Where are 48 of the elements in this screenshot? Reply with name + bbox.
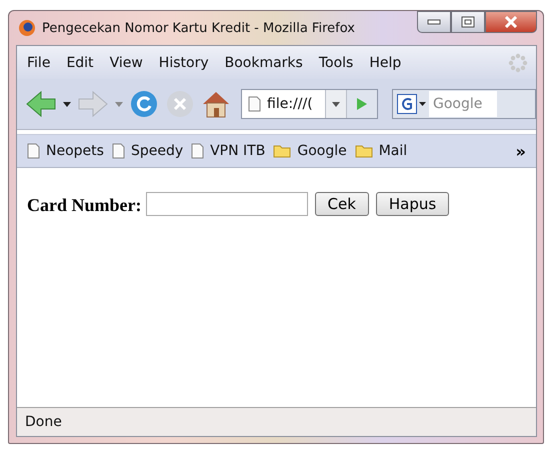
folder-icon — [273, 144, 292, 158]
menu-item[interactable]: View — [110, 54, 143, 70]
browser-logo-icon — [18, 19, 36, 37]
page-icon — [191, 143, 204, 159]
bookmark-label: Speedy — [130, 143, 184, 159]
bookmark-label: Google — [297, 143, 347, 159]
bookmark-item[interactable]: Google — [273, 143, 347, 159]
bookmark-item[interactable]: VPN ITB — [191, 143, 266, 159]
minimize-button[interactable] — [417, 11, 451, 33]
throbber-icon — [508, 52, 528, 72]
menu-item[interactable]: Bookmarks — [224, 54, 303, 70]
folder-icon — [354, 144, 373, 158]
form-button[interactable]: Cek — [314, 192, 369, 216]
close-icon — [504, 16, 518, 28]
window-title: Pengecekan Nomor Kartu Kredit - Mozilla Firefox — [42, 20, 356, 36]
bookmark-item[interactable]: Speedy — [112, 143, 184, 159]
maximize-button[interactable] — [451, 11, 485, 33]
menu-item[interactable]: History — [158, 54, 209, 70]
dropdown-button[interactable] — [325, 90, 346, 118]
bookmark-item[interactable]: Neopets — [27, 143, 104, 159]
page-icon — [112, 143, 125, 159]
menu-item[interactable]: Tools — [318, 54, 354, 70]
search-field[interactable]: Google — [392, 89, 536, 119]
field-label: Card Number: — [27, 194, 142, 217]
page-icon — [27, 143, 40, 159]
close-button[interactable] — [485, 11, 537, 33]
form-button[interactable]: Hapus — [376, 192, 450, 216]
status-text: Done — [25, 414, 62, 430]
menu-item[interactable]: Help — [369, 54, 402, 70]
reload-icon[interactable] — [129, 89, 159, 119]
bookmark-label: Neopets — [46, 143, 104, 159]
caret-icon[interactable] — [63, 102, 71, 106]
caret-icon[interactable] — [419, 102, 426, 106]
menu-item[interactable]: File — [27, 54, 50, 70]
back-icon[interactable] — [25, 90, 57, 118]
search-engine-icon[interactable] — [397, 94, 417, 114]
home-icon[interactable] — [201, 90, 231, 118]
page-icon — [248, 96, 261, 112]
bookmark-label: Mail — [378, 143, 408, 159]
bookmark-item[interactable]: Mail — [354, 143, 408, 159]
menu-item[interactable]: Edit — [66, 54, 94, 70]
bookmark-label: VPN ITB — [210, 143, 266, 159]
caret-icon — [332, 102, 340, 106]
maximize-icon — [461, 16, 475, 28]
card-number-field[interactable] — [146, 192, 308, 216]
minimize-icon — [427, 19, 441, 25]
play-icon — [356, 97, 368, 111]
overflow-button[interactable]: » — [516, 142, 526, 160]
